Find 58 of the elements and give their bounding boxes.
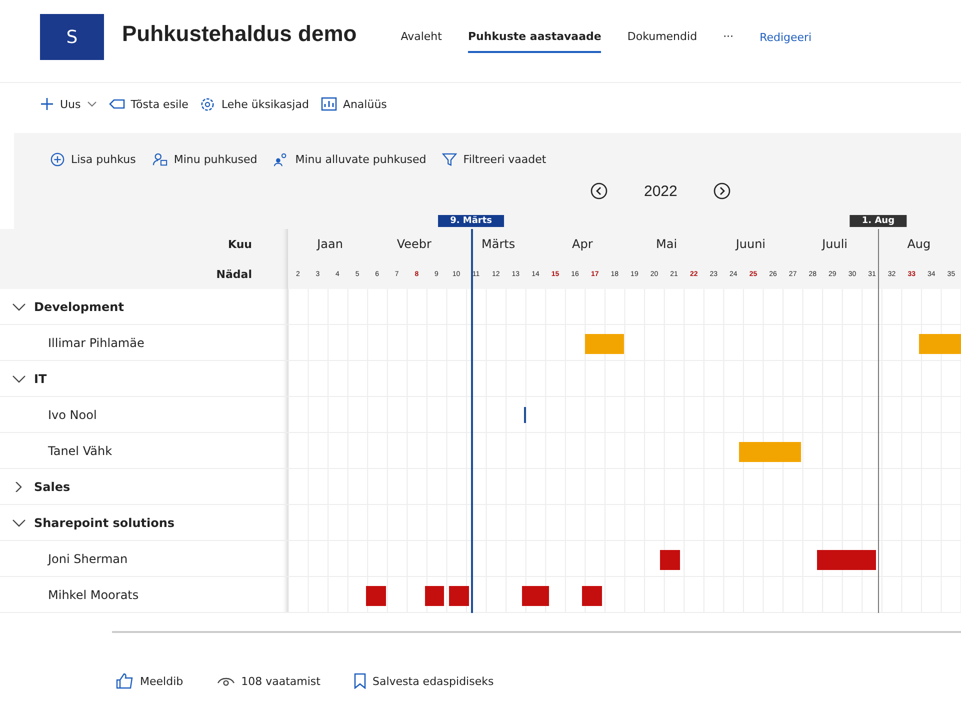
settings-icon bbox=[200, 96, 216, 112]
more-link[interactable]: ··· bbox=[723, 22, 734, 52]
thumbs-up-icon bbox=[116, 673, 134, 689]
month-label: Juuni bbox=[734, 236, 767, 253]
add-circle-icon bbox=[50, 152, 65, 166]
next-year-button[interactable] bbox=[713, 182, 732, 200]
date-tag: 1. Aug bbox=[850, 215, 907, 227]
chevron-down-icon bbox=[86, 100, 97, 108]
vacation-bar[interactable] bbox=[582, 586, 602, 606]
nav-link[interactable]: Dokumendid bbox=[627, 22, 698, 52]
site-logo[interactable]: S bbox=[40, 14, 104, 60]
person-icon bbox=[152, 152, 168, 166]
month-label: Aug bbox=[906, 236, 932, 253]
command-button[interactable]: Minu alluvate puhkused bbox=[273, 152, 426, 166]
toolbar-button[interactable]: Lehe üksikasjad bbox=[200, 96, 309, 112]
date-tag: 9. Märts bbox=[438, 215, 504, 227]
nav-link[interactable]: Avaleht bbox=[400, 22, 442, 52]
person-name: Ivo Nool bbox=[48, 408, 97, 422]
tag-icon bbox=[108, 98, 125, 110]
group-row[interactable]: Sharepoint solutions bbox=[0, 505, 288, 540]
month-header: Kuu bbox=[228, 238, 252, 250]
eye-icon bbox=[217, 675, 236, 687]
vacation-bar[interactable] bbox=[449, 586, 470, 606]
previous-year-button[interactable] bbox=[590, 182, 608, 200]
person-name: Mihkel Moorats bbox=[48, 588, 139, 602]
nav-link[interactable]: Puhkuste aastavaade bbox=[468, 22, 602, 52]
group-row[interactable]: Sales bbox=[0, 469, 288, 504]
year-label: 2022 bbox=[644, 182, 678, 200]
group-row[interactable]: Development bbox=[0, 289, 288, 324]
month-label: Jaan bbox=[316, 236, 344, 253]
person-name: Tanel Vähk bbox=[48, 444, 112, 458]
vacation-bar[interactable] bbox=[522, 586, 550, 606]
command-button[interactable]: Minu puhkused bbox=[152, 152, 258, 166]
edit-link[interactable]: Redigeeri bbox=[760, 30, 812, 44]
month-label: Veebr bbox=[396, 236, 432, 253]
bookmark-icon bbox=[354, 673, 366, 689]
chart-icon bbox=[320, 97, 337, 111]
vacation-bar[interactable] bbox=[424, 586, 444, 606]
plus-icon bbox=[40, 97, 54, 111]
vacation-marker[interactable] bbox=[524, 407, 526, 423]
person-name: Joni Sherman bbox=[48, 552, 128, 566]
month-label: Märts bbox=[480, 236, 516, 253]
command-button[interactable]: Filtreeri vaadet bbox=[442, 152, 546, 166]
person-name: Illimar Pihlamäe bbox=[48, 336, 144, 350]
toolbar-button[interactable]: Uus bbox=[40, 97, 97, 111]
week-header: Nädal bbox=[216, 268, 252, 280]
group-row[interactable]: IT bbox=[0, 361, 288, 396]
footer-button[interactable]: 108 vaatamist bbox=[217, 673, 320, 689]
month-label: Apr bbox=[571, 236, 594, 253]
month-label: Mai bbox=[655, 236, 678, 253]
command-button[interactable]: Lisa puhkus bbox=[50, 152, 136, 166]
footer-button[interactable]: Salvesta edaspidiseks bbox=[354, 673, 494, 689]
toolbar-button[interactable]: Tõsta esile bbox=[108, 98, 188, 110]
filter-icon bbox=[442, 152, 458, 166]
month-label: Juuli bbox=[820, 236, 849, 253]
toolbar-button[interactable]: Analüüs bbox=[320, 97, 387, 111]
footer-button[interactable]: Meeldib bbox=[116, 673, 184, 689]
site-title: Puhkustehaldus demo bbox=[122, 21, 357, 47]
